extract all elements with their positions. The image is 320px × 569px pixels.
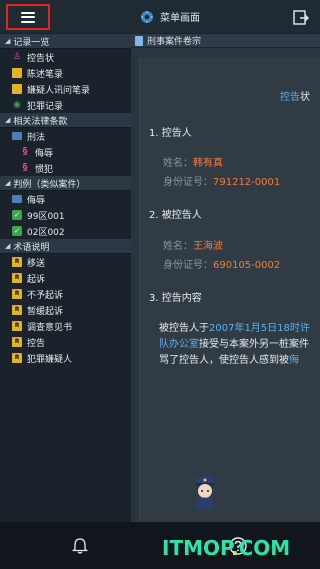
document-tab-icon	[135, 35, 143, 46]
tab-case-file[interactable]: 刑事案件卷宗	[131, 34, 320, 48]
hamburger-menu-icon	[21, 11, 35, 23]
section-defendant: 2. 被控告人	[149, 210, 202, 221]
bell-icon[interactable]	[72, 537, 88, 554]
sidebar-item-case-99[interactable]: ✓ 99区001	[0, 207, 131, 223]
document-viewer: 刑事案件卷宗 控告状 1. 控告人 姓名：韩有真 身份证号：791212-000…	[131, 34, 320, 522]
home-label: 菜单画面	[160, 13, 200, 24]
collapse-triangle-icon: ◢	[5, 179, 11, 187]
sidebar: ◢ 记录一览 ♙ 控告状 陈述笔录 嫌疑人讯问笔录 ◉ 犯罪记录 ◢ 相关法律条款 刑法…	[0, 34, 131, 522]
document-title: 控告状	[280, 92, 310, 103]
folder-icon	[12, 195, 22, 203]
gear-home-icon	[141, 10, 153, 23]
share-export-icon[interactable]	[292, 8, 310, 26]
term-icon: R	[12, 321, 22, 331]
term-icon: R	[12, 273, 22, 283]
check-icon: ✓	[12, 226, 22, 236]
collapse-triangle-icon: ◢	[5, 116, 11, 124]
term-icon: R	[12, 289, 22, 299]
sidebar-item-insult-law[interactable]: § 侮辱	[0, 144, 131, 160]
sidebar-item-case-02[interactable]: ✓ 02区002	[0, 223, 131, 239]
sidebar-item-interrogation[interactable]: 嫌疑人讯问笔录	[0, 81, 131, 97]
document-icon	[12, 84, 22, 94]
top-bar: 菜单画面	[0, 0, 320, 34]
sidebar-item-term-prosecute[interactable]: R 起诉	[0, 270, 131, 286]
collapse-triangle-icon: ◢	[5, 37, 11, 45]
sidebar-item-term-report[interactable]: R 调查意见书	[0, 318, 131, 334]
document-icon	[12, 68, 22, 78]
section-header-law[interactable]: ◢ 相关法律条款	[0, 113, 131, 128]
home-menu-button[interactable]: 菜单画面	[140, 9, 200, 24]
term-icon: R	[12, 337, 22, 347]
section-header-terms[interactable]: ◢ 术语说明	[0, 239, 131, 254]
term-icon: R	[12, 305, 22, 315]
sidebar-item-term-transfer[interactable]: R 移送	[0, 254, 131, 270]
sidebar-item-insult-cases[interactable]: 侮辱	[0, 191, 131, 207]
collapse-triangle-icon: ◢	[5, 242, 11, 250]
police-mascot-icon	[195, 476, 215, 509]
term-icon: R	[12, 257, 22, 267]
complainant-id: 身份证号：791212-0001	[163, 177, 281, 188]
menu-button[interactable]	[6, 4, 50, 30]
sidebar-item-criminal-record[interactable]: ◉ 犯罪记录	[0, 97, 131, 113]
complaint-paragraph: 被控告人于2007年1月5日18时许 队办公室接受与本案外另一桩案件 骂了控告人…	[159, 323, 310, 366]
term-icon: R	[12, 353, 22, 363]
watermark-logo: ITMOP.COM	[162, 536, 291, 560]
section-header-precedents[interactable]: ◢ 判例（类似案件）	[0, 176, 131, 191]
law-icon: §	[22, 162, 28, 173]
law-icon: §	[22, 146, 28, 157]
sidebar-item-term-suspect[interactable]: R 犯罪嫌疑人	[0, 350, 131, 366]
sidebar-item-term-complaint[interactable]: R 控告	[0, 334, 131, 350]
sidebar-item-criminal-law[interactable]: 刑法	[0, 128, 131, 144]
section-complainant: 1. 控告人	[149, 128, 192, 139]
section-header-records[interactable]: ◢ 记录一览	[0, 34, 131, 49]
folder-icon	[12, 132, 22, 140]
defendant-id: 身份证号：690105-0002	[163, 260, 281, 271]
check-icon: ✓	[12, 210, 22, 220]
sidebar-item-term-deferred[interactable]: R 暂缓起诉	[0, 302, 131, 318]
person-icon: ♙	[12, 51, 22, 62]
defendant-name: 姓名：王海波	[163, 241, 223, 252]
record-icon: ◉	[13, 99, 21, 110]
section-complaint-content: 3. 控告内容	[149, 293, 202, 304]
complainant-name: 姓名：韩有真	[163, 158, 223, 169]
sidebar-item-statement[interactable]: 陈述笔录	[0, 65, 131, 81]
sidebar-item-habitual[interactable]: § 惯犯	[0, 160, 131, 176]
sidebar-item-complaint[interactable]: ♙ 控告状	[0, 49, 131, 65]
sidebar-item-term-no-prosecute[interactable]: R 不予起诉	[0, 286, 131, 302]
